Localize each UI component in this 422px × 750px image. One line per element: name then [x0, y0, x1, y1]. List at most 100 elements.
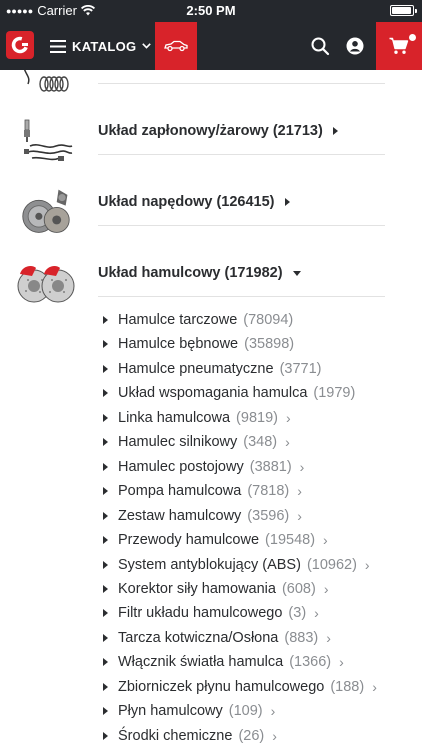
subcategory-item[interactable]: Hamulce tarczowe (78094)	[103, 310, 293, 330]
top-navbar: KATALOG	[0, 22, 422, 70]
chevron-right-icon: ›	[299, 459, 305, 475]
account-icon	[346, 37, 364, 55]
subcategory-item[interactable]: System antyblokujący (ABS) (10962) ›	[103, 555, 370, 575]
account-button[interactable]	[343, 34, 367, 58]
subcategory-item[interactable]: Korektor siły hamowania (608) ›	[103, 579, 329, 599]
subcategory-name: Włącznik światła hamulca	[118, 654, 284, 670]
chevron-right-icon: ›	[285, 410, 291, 426]
subcategory-count: (109)	[228, 703, 263, 719]
status-time: 2:50 PM	[186, 3, 236, 18]
subcategory-name: Hamulec silnikowy	[118, 434, 238, 450]
subcategory-item[interactable]: Układ wspomagania hamulca (1979)	[103, 383, 355, 403]
caret-right-icon	[103, 340, 108, 348]
caret-right-icon	[103, 585, 108, 593]
subcategory-count: (19548)	[265, 532, 316, 548]
caret-right-icon	[332, 127, 338, 135]
logo-icon[interactable]	[6, 31, 34, 59]
subcategory-name: Pompa hamulcowa	[118, 483, 242, 499]
catalog-content: Układ zapłonowy/żarowy (21713) Układ nap…	[0, 70, 422, 750]
subcategory-item[interactable]: Hamulce pneumatyczne (3771)	[103, 359, 321, 379]
chevron-right-icon: ›	[285, 434, 290, 450]
subcategory-item[interactable]: Zbiorniczek płynu hamulcowego (188) ›	[103, 677, 377, 697]
subcategory-name: Przewody hamulcowe	[118, 532, 260, 548]
category-divider	[98, 296, 385, 297]
caret-right-icon	[103, 683, 108, 691]
chevron-right-icon: ›	[323, 581, 329, 597]
cart-button[interactable]	[376, 22, 422, 70]
subcategory-count: (1979)	[313, 385, 356, 401]
category-divider	[98, 154, 385, 155]
caret-right-icon	[103, 365, 108, 373]
subcategory-name: Zestaw hamulcowy	[118, 508, 242, 524]
status-bar: ●●●●● Carrier 2:50 PM	[0, 0, 422, 22]
caret-right-icon	[103, 487, 108, 495]
subcategory-name: Korektor siły hamowania	[118, 581, 276, 597]
katalog-menu-button[interactable]: KATALOG	[50, 22, 152, 70]
chevron-right-icon: ›	[364, 557, 370, 573]
chevron-right-icon: ›	[323, 532, 328, 548]
subcategory-item[interactable]: Zestaw hamulcowy (3596) ›	[103, 506, 302, 526]
chevron-right-icon: ›	[297, 508, 302, 524]
cart-icon	[389, 37, 409, 54]
caret-right-icon	[103, 536, 108, 544]
subcategory-name: Układ wspomagania hamulca	[118, 385, 308, 401]
chevron-right-icon: ›	[339, 654, 344, 670]
subcategory-name: Płyn hamulcowy	[118, 703, 223, 719]
subcategory-item[interactable]: Przewody hamulcowe (19548) ›	[103, 530, 328, 550]
search-button[interactable]	[308, 34, 332, 58]
subcategory-count: (3596)	[247, 508, 290, 524]
subcategory-count: (78094)	[243, 312, 294, 328]
subcategory-name: System antyblokujący (ABS)	[118, 557, 301, 573]
subcategory-name: Zbiorniczek płynu hamulcowego	[118, 679, 325, 695]
hamburger-icon	[50, 39, 66, 53]
subcategory-item[interactable]: Płyn hamulcowy (109) ›	[103, 701, 275, 721]
category-label[interactable]: Układ napędowy (126415)	[98, 194, 290, 210]
vehicle-button[interactable]	[155, 22, 197, 70]
subcategory-count: (3771)	[279, 361, 322, 377]
katalog-label: KATALOG	[72, 38, 137, 54]
caret-right-icon	[103, 463, 108, 471]
cart-notification-dot	[409, 34, 416, 41]
spark-plug-cables-icon	[24, 119, 73, 161]
category-divider	[98, 83, 385, 84]
subcategory-count: (3)	[288, 605, 307, 621]
category-label[interactable]: Układ zapłonowy/żarowy (21713)	[98, 123, 338, 139]
subcategory-count: (9819)	[236, 410, 278, 426]
category-divider	[98, 225, 385, 226]
category-title: Układ hamulcowy (171982)	[98, 265, 283, 281]
chevron-right-icon: ›	[314, 605, 319, 621]
subcategory-item[interactable]: Hamulce bębnowe (35898)	[103, 334, 294, 354]
subcategory-item[interactable]: Hamulec silnikowy (348) ›	[103, 432, 290, 452]
subcategory-item[interactable]: Włącznik światła hamulca (1366) ›	[103, 652, 344, 672]
subcategory-count: (7818)	[247, 483, 290, 499]
subcategory-count: (608)	[281, 581, 316, 597]
subcategory-name: Hamulce tarczowe	[118, 312, 238, 328]
subcategory-item[interactable]: Tarcza kotwiczna/Osłona (883) ›	[103, 628, 331, 648]
subcategory-name: Hamulec postojowy	[118, 459, 244, 475]
subcategory-item[interactable]: Linka hamulcowa (9819) ›	[103, 408, 291, 428]
clutch-kit-icon	[22, 189, 70, 233]
subcategory-name: Środki chemiczne	[118, 728, 233, 744]
subcategory-name: Hamulce pneumatyczne	[118, 361, 274, 377]
subcategory-name: Filtr układu hamulcowego	[118, 605, 283, 621]
caret-right-icon	[103, 389, 108, 397]
category-label[interactable]: Układ hamulcowy (171982)	[98, 265, 301, 281]
brake-caliper-icon	[17, 266, 75, 303]
subcategory-item[interactable]: Filtr układu hamulcowego (3) ›	[103, 603, 319, 623]
coil-spring-thumbnail	[23, 70, 69, 92]
subcategory-count: (26)	[238, 728, 265, 744]
subcategory-count: (883)	[284, 630, 319, 646]
caret-right-icon	[103, 414, 108, 422]
subcategory-item[interactable]: Hamulec postojowy (3881) ›	[103, 457, 304, 477]
caret-right-icon	[103, 732, 108, 740]
battery-icon	[390, 5, 417, 16]
caret-right-icon	[103, 512, 108, 520]
car-icon	[164, 40, 188, 52]
search-icon	[311, 37, 330, 56]
chevron-right-icon: ›	[297, 483, 302, 499]
category-title: Układ napędowy (126415)	[98, 194, 275, 210]
subcategory-item[interactable]: Środki chemiczne (26) ›	[103, 726, 277, 746]
subcategory-item[interactable]: Pompa hamulcowa (7818) ›	[103, 481, 302, 501]
category-title: Układ zapłonowy/żarowy (21713)	[98, 123, 323, 139]
caret-right-icon	[103, 316, 108, 324]
